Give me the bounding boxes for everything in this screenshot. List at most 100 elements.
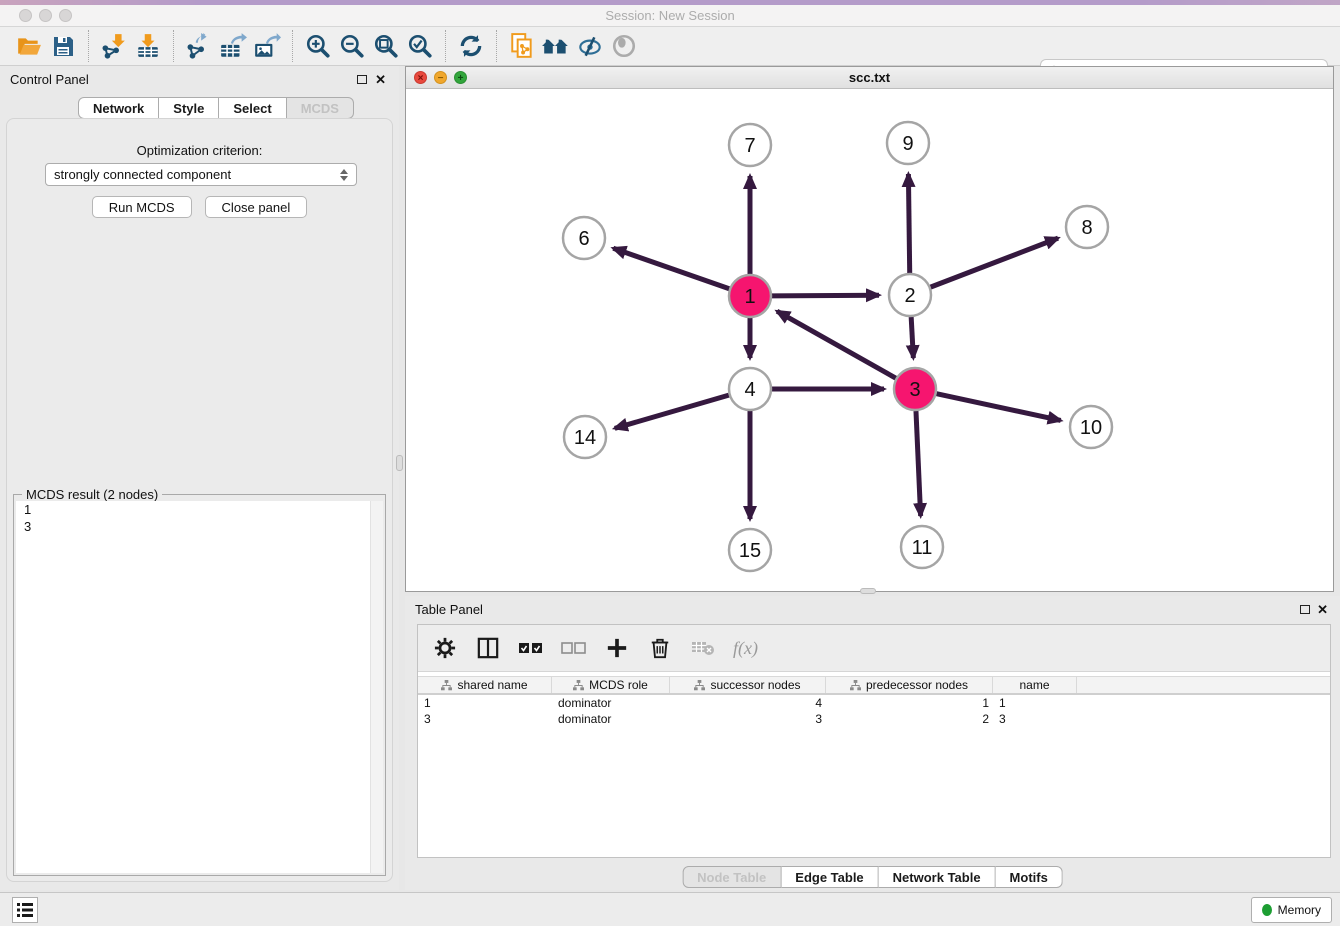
mcds-result-group: MCDS result (2 nodes) 1 3 (13, 494, 386, 876)
zoom-in-icon[interactable] (301, 29, 335, 63)
tab-node-table[interactable]: Node Table (682, 866, 781, 888)
zoom-selected-icon[interactable] (403, 29, 437, 63)
column-header-predecessor-nodes[interactable]: predecessor nodes (826, 677, 993, 693)
list-icon (16, 902, 34, 918)
result-line: 1 (16, 501, 383, 518)
column-type-icon (573, 680, 584, 691)
graph-node-label: 9 (902, 133, 913, 155)
network-window-titlebar[interactable]: × − + scc.txt (406, 67, 1333, 89)
mcds-result-textarea[interactable]: 1 3 (16, 501, 383, 873)
horizontal-splitter[interactable] (860, 588, 876, 594)
tab-mcds[interactable]: MCDS (287, 97, 354, 119)
tab-network[interactable]: Network (78, 97, 159, 119)
control-panel-title: Control Panel (10, 72, 89, 87)
cell-predecessor-nodes: 2 (826, 711, 993, 727)
node-table-container: f(x) shared name MCDS role successor nod… (417, 624, 1331, 858)
table-panel-title: Table Panel (415, 602, 483, 617)
network-canvas[interactable]: 7968124314101511 (406, 89, 1333, 591)
column-header-successor-nodes[interactable]: successor nodes (670, 677, 826, 693)
column-header-shared-name[interactable]: shared name (418, 677, 552, 693)
zoom-fit-icon[interactable] (369, 29, 403, 63)
column-header-mcds-role[interactable]: MCDS role (552, 677, 670, 693)
table-panel-header: Table Panel ✕ (405, 596, 1340, 622)
column-type-icon (850, 680, 861, 691)
export-table-icon[interactable] (216, 29, 250, 63)
edge-4-14[interactable] (615, 395, 729, 428)
window-title: Session: New Session (0, 8, 1340, 23)
edge-1-6[interactable] (613, 248, 729, 289)
edge-3-11[interactable] (916, 411, 921, 516)
memory-button[interactable]: Memory (1251, 897, 1332, 923)
control-panel-tabs: Network Style Select MCDS (78, 97, 354, 119)
mcds-result-title: MCDS result (2 nodes) (22, 487, 162, 502)
graph-node-label: 15 (739, 540, 761, 562)
control-panel: Control Panel ✕ Network Style Select MCD… (0, 66, 399, 890)
save-session-icon[interactable] (46, 29, 80, 63)
cell-successor-nodes: 3 (670, 711, 826, 727)
import-table-icon[interactable] (131, 29, 165, 63)
delete-table-icon[interactable] (690, 635, 716, 661)
show-eye-icon[interactable] (607, 29, 641, 63)
network-view-window: × − + scc.txt 7968124314101511 (405, 66, 1334, 592)
hide-glasses-icon[interactable] (573, 29, 607, 63)
column-header-name[interactable]: name (993, 677, 1077, 693)
select-all-checkboxes-icon[interactable] (518, 635, 544, 661)
cell-shared-name: 1 (418, 695, 552, 711)
toolbar-separator (88, 30, 89, 62)
task-history-button[interactable] (12, 897, 38, 923)
table-row[interactable]: 1 dominator 4 1 1 (418, 695, 1330, 711)
tab-select[interactable]: Select (219, 97, 286, 119)
clone-network-icon[interactable] (505, 29, 539, 63)
table-panel: Table Panel ✕ (405, 596, 1340, 890)
close-panel-button[interactable]: Close panel (205, 196, 308, 218)
column-layout-icon[interactable] (475, 635, 501, 661)
export-image-icon[interactable] (250, 29, 284, 63)
cell-predecessor-nodes: 1 (826, 695, 993, 711)
close-panel-icon[interactable]: ✕ (1317, 602, 1328, 618)
graph-node-label: 4 (744, 379, 755, 401)
panel-splitter[interactable] (396, 455, 403, 471)
close-panel-icon[interactable]: ✕ (375, 72, 386, 88)
toolbar-separator (173, 30, 174, 62)
table-toolbar: f(x) (418, 625, 1330, 672)
table-row[interactable]: 3 dominator 3 2 3 (418, 711, 1330, 727)
optimization-criterion-select[interactable]: strongly connected component (45, 163, 357, 186)
toolbar-separator (292, 30, 293, 62)
run-mcds-button[interactable]: Run MCDS (92, 196, 192, 218)
result-scrollbar[interactable] (370, 501, 383, 873)
refresh-icon[interactable] (454, 29, 488, 63)
tab-style[interactable]: Style (159, 97, 219, 119)
function-builder-icon[interactable]: f(x) (733, 638, 758, 659)
result-line: 3 (16, 518, 383, 535)
export-network-icon[interactable] (182, 29, 216, 63)
tab-network-table[interactable]: Network Table (879, 866, 996, 888)
edge-2-3[interactable] (911, 317, 913, 358)
add-column-icon[interactable] (604, 635, 630, 661)
float-panel-icon[interactable] (1300, 605, 1310, 614)
tab-edge-table[interactable]: Edge Table (781, 866, 878, 888)
control-panel-header: Control Panel ✕ (0, 66, 399, 92)
graph-node-label: 6 (578, 228, 589, 250)
cell-name: 1 (993, 695, 1077, 711)
float-panel-icon[interactable] (357, 75, 367, 84)
status-bar: Memory (0, 892, 1340, 926)
select-stepper-icon (337, 166, 351, 183)
graph-node-label: 8 (1081, 217, 1092, 239)
edge-3-1[interactable] (777, 311, 896, 378)
settings-gear-icon[interactable] (432, 635, 458, 661)
optimization-criterion-value: strongly connected component (54, 167, 231, 182)
edge-1-2[interactable] (772, 295, 879, 296)
zoom-out-icon[interactable] (335, 29, 369, 63)
deselect-all-checkboxes-icon[interactable] (561, 635, 587, 661)
open-session-icon[interactable] (12, 29, 46, 63)
home-neighbors-icon[interactable] (539, 29, 573, 63)
column-type-icon (694, 680, 705, 691)
edge-3-10[interactable] (937, 394, 1061, 421)
edge-2-9[interactable] (908, 174, 909, 273)
edge-2-8[interactable] (931, 238, 1059, 287)
graph-node-label: 14 (574, 427, 596, 449)
mcds-panel: Optimization criterion: strongly connect… (6, 118, 393, 882)
import-network-icon[interactable] (97, 29, 131, 63)
delete-column-icon[interactable] (647, 635, 673, 661)
tab-motifs[interactable]: Motifs (996, 866, 1063, 888)
